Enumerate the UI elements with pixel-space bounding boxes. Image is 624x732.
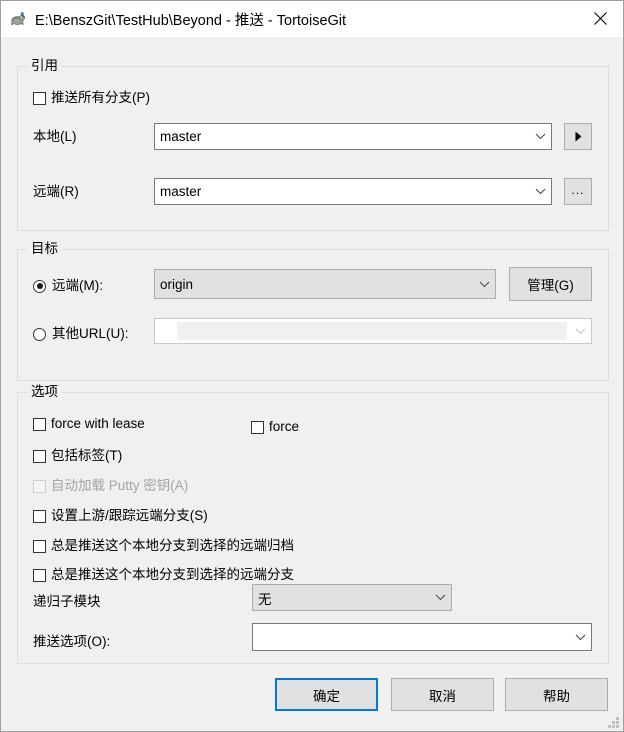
cancel-button[interactable]: 取消	[391, 678, 494, 711]
combobox-remote-branch-value: master	[160, 184, 202, 199]
checkbox-label: 总是推送这个本地分支到选择的远端归档	[51, 538, 294, 553]
checkbox-autoload-putty-key: 自动加载 Putty 密钥(A)	[33, 477, 188, 495]
button-remote-branch-browse[interactable]: ...	[564, 178, 592, 205]
button-local-branch-arrow[interactable]	[564, 123, 592, 150]
triangle-right-icon	[575, 131, 581, 142]
combobox-remote-branch[interactable]: master	[154, 178, 552, 205]
checkbox-set-upstream[interactable]: 设置上游/跟踪远端分支(S)	[33, 507, 208, 525]
radio-mark	[33, 327, 46, 341]
window-title: E:\BenszGit\TestHub\Beyond - 推送 - Tortoi…	[35, 12, 347, 29]
radio-label: 远端(M):	[52, 278, 103, 293]
label-push-options: 推送选项(O):	[33, 634, 111, 649]
combobox-local-branch[interactable]: master	[154, 123, 552, 150]
combobox-destination-url-field	[177, 322, 567, 340]
radio-destination-url[interactable]: 其他URL(U):	[33, 325, 129, 343]
help-button-label: 帮助	[543, 688, 570, 704]
help-button[interactable]: 帮助	[505, 678, 608, 711]
chevron-down-icon	[429, 594, 451, 601]
checkbox-box	[33, 449, 46, 463]
group-reference-legend: 引用	[27, 58, 62, 74]
group-options-legend: 选项	[27, 384, 62, 400]
checkbox-label: 总是推送这个本地分支到选择的远端分支	[51, 567, 294, 582]
checkbox-include-tags[interactable]: 包括标签(T)	[33, 447, 122, 465]
checkbox-always-push-to-remote-branch[interactable]: 总是推送这个本地分支到选择的远端分支	[33, 566, 294, 584]
ellipsis-icon: ...	[571, 182, 585, 197]
checkbox-always-push-to-remote-archive[interactable]: 总是推送这个本地分支到选择的远端归档	[33, 537, 294, 555]
combobox-local-branch-value: master	[160, 129, 202, 144]
radio-label: 其他URL(U):	[52, 326, 129, 341]
chevron-down-icon	[569, 634, 591, 641]
combobox-push-options[interactable]	[252, 623, 592, 651]
manage-remotes-label: 管理(G)	[527, 278, 574, 293]
combobox-destination-remote[interactable]: origin	[154, 269, 496, 299]
ok-button[interactable]: 确定	[275, 678, 378, 711]
chevron-down-icon	[529, 133, 551, 140]
title-bar: E:\BenszGit\TestHub\Beyond - 推送 - Tortoi…	[1, 1, 623, 37]
checkbox-box	[33, 509, 46, 523]
checkbox-box	[33, 417, 46, 431]
cancel-button-label: 取消	[429, 688, 456, 704]
dialog-client-area: 引用 推送所有分支(P) 本地(L) master 远端(R) master .…	[2, 37, 622, 731]
checkbox-label: 推送所有分支(P)	[51, 90, 150, 105]
radio-mark	[33, 279, 46, 293]
checkbox-label: 自动加载 Putty 密钥(A)	[51, 478, 189, 493]
combobox-destination-remote-value: origin	[160, 276, 194, 292]
label-recurse-submodules: 递归子模块	[33, 594, 101, 609]
chevron-down-icon	[529, 188, 551, 195]
checkbox-push-all-branches[interactable]: 推送所有分支(P)	[33, 89, 150, 107]
checkbox-label: 设置上游/跟踪远端分支(S)	[51, 508, 208, 523]
close-icon[interactable]	[577, 1, 623, 36]
resize-grip[interactable]	[605, 714, 619, 728]
checkbox-box	[33, 539, 46, 553]
checkbox-force[interactable]: force	[251, 418, 299, 436]
chevron-down-icon	[569, 328, 591, 335]
checkbox-box	[33, 479, 46, 493]
ok-button-label: 确定	[313, 688, 340, 704]
combobox-recurse-submodules-value: 无	[258, 591, 272, 607]
radio-destination-remote[interactable]: 远端(M):	[33, 277, 103, 295]
label-remote-branch: 远端(R)	[33, 184, 79, 199]
checkbox-box	[33, 568, 46, 582]
push-dialog-window: E:\BenszGit\TestHub\Beyond - 推送 - Tortoi…	[0, 0, 624, 732]
checkbox-label: force with lease	[51, 416, 145, 431]
label-local-branch: 本地(L)	[33, 129, 77, 144]
checkbox-box	[33, 91, 46, 105]
manage-remotes-button[interactable]: 管理(G)	[509, 267, 592, 301]
combobox-destination-url[interactable]	[154, 318, 592, 344]
combobox-recurse-submodules[interactable]: 无	[252, 584, 452, 611]
tortoisegit-turtle-icon	[10, 11, 26, 27]
checkbox-label: 包括标签(T)	[51, 448, 123, 463]
group-destination-legend: 目标	[27, 241, 62, 257]
chevron-down-icon	[473, 281, 495, 288]
checkbox-label: force	[269, 419, 300, 434]
checkbox-force-with-lease[interactable]: force with lease	[33, 415, 145, 433]
checkbox-box	[251, 420, 264, 434]
